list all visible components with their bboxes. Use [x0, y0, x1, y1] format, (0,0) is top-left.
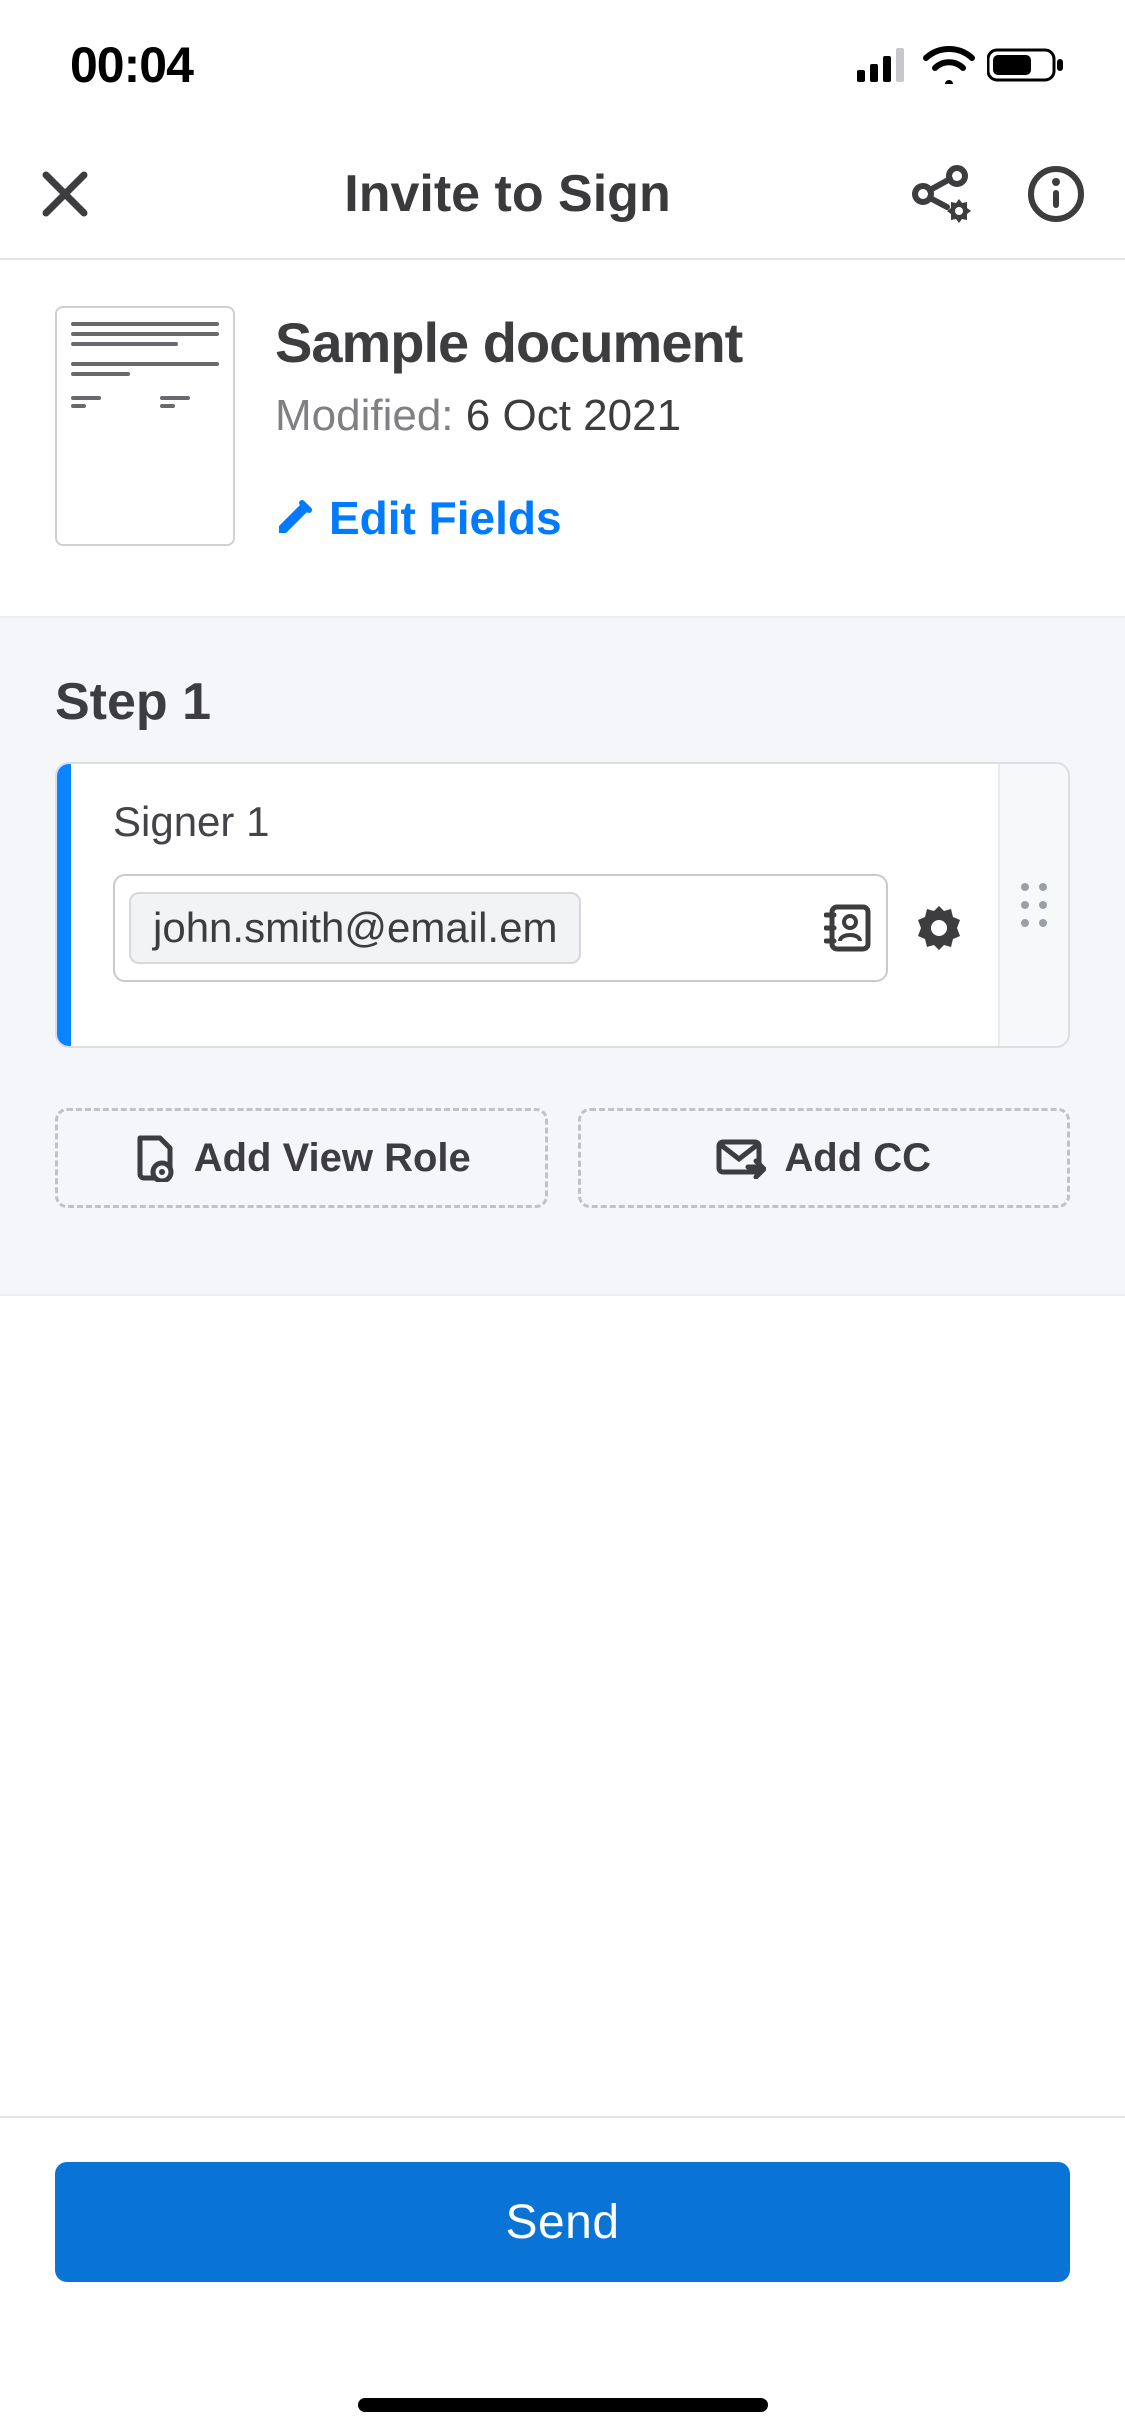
edit-fields-label: Edit Fields — [329, 491, 562, 545]
close-icon — [40, 169, 90, 219]
document-view-icon — [132, 1134, 176, 1182]
document-title: Sample document — [275, 310, 742, 375]
modified-label: Modified: — [275, 391, 454, 440]
add-cc-label: Add CC — [784, 1136, 931, 1181]
signer-settings-button[interactable] — [914, 903, 964, 953]
step-title: Step 1 — [55, 618, 1070, 762]
status-bar: 00:04 — [0, 0, 1125, 130]
footer: Send — [0, 2116, 1125, 2282]
battery-icon — [987, 46, 1065, 84]
cellular-icon — [857, 48, 911, 82]
drag-handle[interactable] — [998, 764, 1068, 1046]
document-modified: Modified: 6 Oct 2021 — [275, 391, 742, 441]
modified-date: 6 Oct 2021 — [466, 391, 681, 440]
share-settings-button[interactable] — [909, 165, 975, 223]
add-cc-button[interactable]: Add CC — [578, 1108, 1071, 1208]
header-title: Invite to Sign — [190, 164, 825, 224]
drag-handle-icon — [1021, 883, 1047, 927]
status-time: 00:04 — [70, 36, 193, 94]
wifi-icon — [923, 46, 975, 84]
mail-forward-icon — [716, 1137, 766, 1179]
contacts-button[interactable] — [824, 903, 872, 953]
edit-fields-button[interactable]: Edit Fields — [275, 491, 742, 545]
gear-icon — [914, 903, 964, 953]
signer-label: Signer 1 — [113, 798, 964, 846]
app-header: Invite to Sign — [0, 130, 1125, 260]
steps-container: Step 1 Signer 1 john.smith@email.em — [0, 616, 1125, 1296]
send-button[interactable]: Send — [55, 2162, 1070, 2282]
document-thumbnail[interactable] — [55, 306, 235, 546]
home-indicator[interactable] — [358, 2398, 768, 2412]
add-view-role-label: Add View Role — [194, 1136, 471, 1181]
info-icon — [1027, 165, 1085, 223]
pencil-icon — [275, 499, 313, 537]
info-button[interactable] — [1027, 165, 1085, 223]
status-indicators — [857, 46, 1065, 84]
close-button[interactable] — [40, 169, 90, 219]
signer-email-input[interactable]: john.smith@email.em — [113, 874, 888, 982]
document-section: Sample document Modified: 6 Oct 2021 Edi… — [0, 260, 1125, 616]
address-book-icon — [824, 903, 872, 953]
add-view-role-button[interactable]: Add View Role — [55, 1108, 548, 1208]
email-chip[interactable]: john.smith@email.em — [129, 892, 581, 964]
signer-card: Signer 1 john.smith@email.em — [55, 762, 1070, 1048]
signer-accent — [57, 764, 71, 1046]
share-gear-icon — [909, 165, 975, 223]
